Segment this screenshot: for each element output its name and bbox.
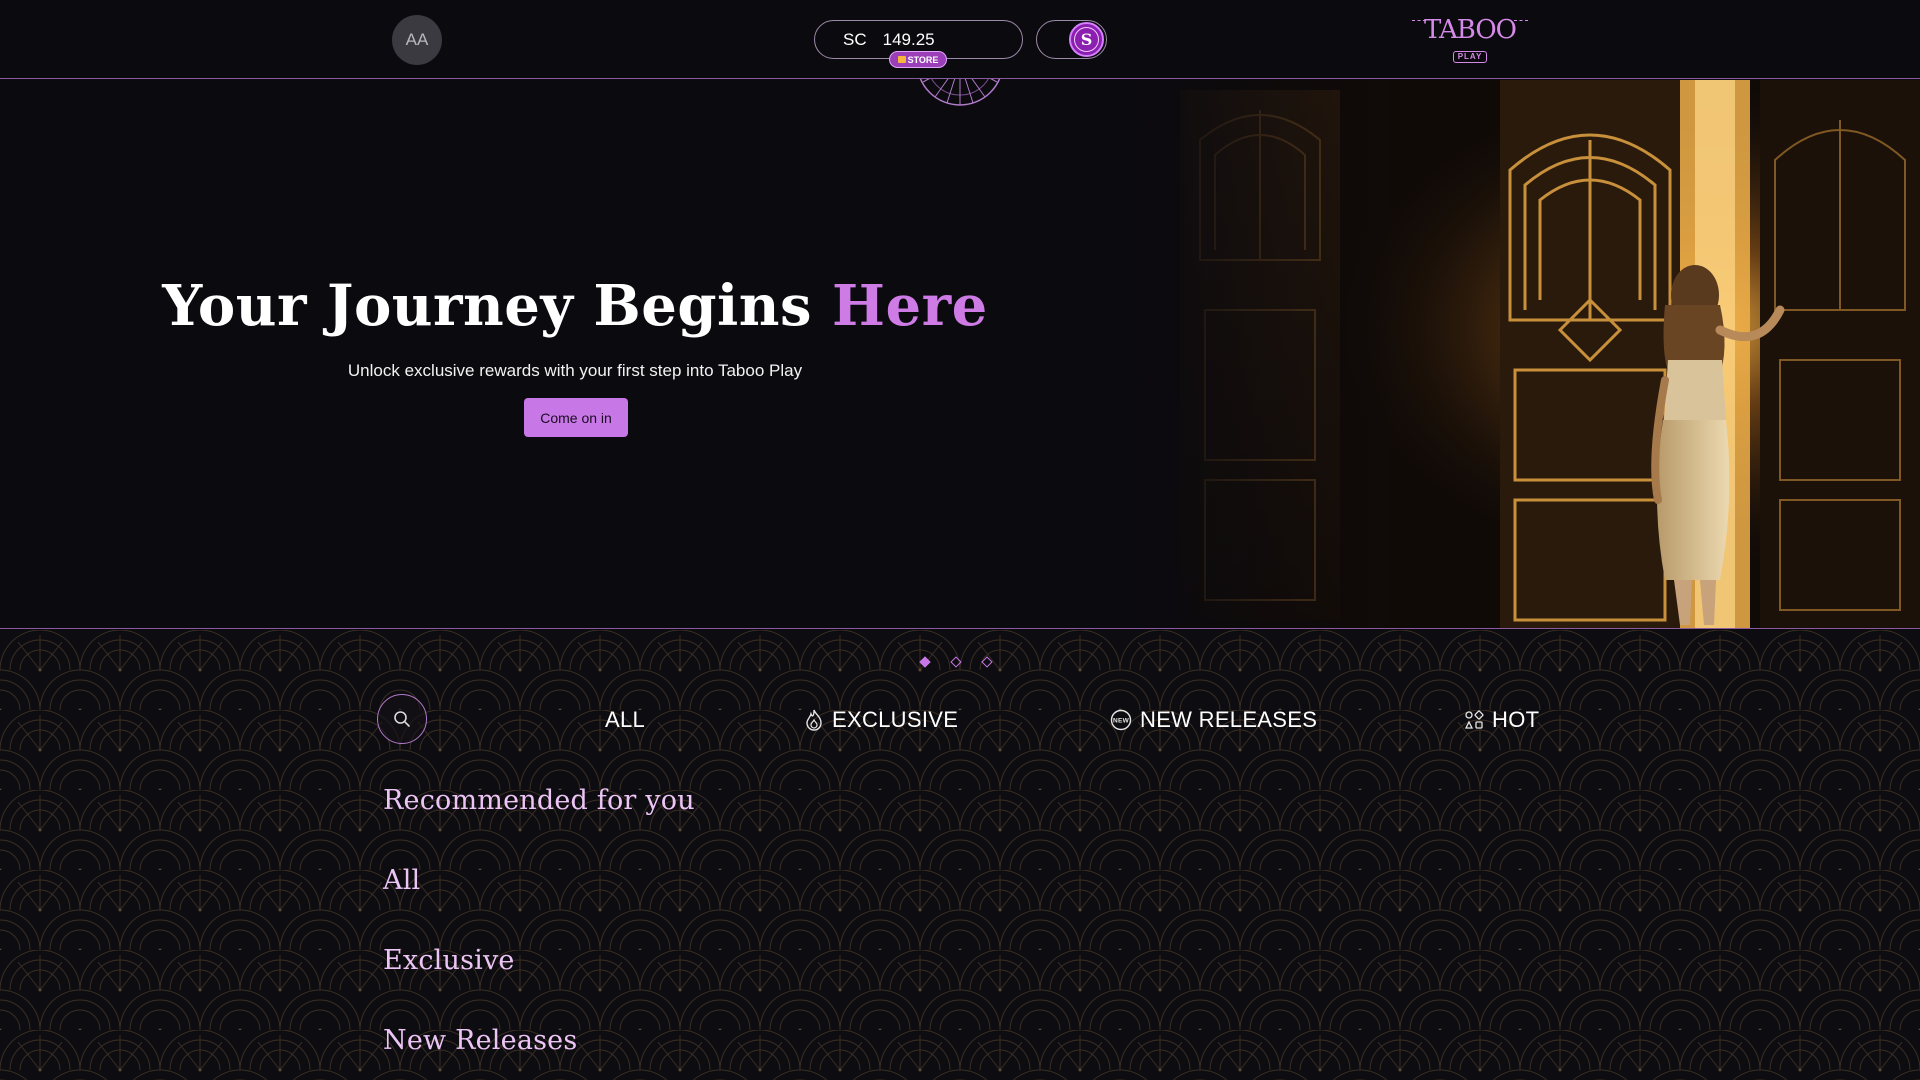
carousel-dot-2[interactable] [950,656,962,668]
logo-ornament-left [1412,20,1426,21]
logo-subtitle: PLAY [1452,51,1488,63]
hero-title-main: Your Journey Begins [162,273,833,339]
section-heading-new-releases: New Releases [383,1025,578,1056]
section-heading-exclusive: Exclusive [383,945,515,976]
section-heading-all: All [383,865,421,896]
hero-title-accent: Here [832,273,988,339]
shopping-bag-icon [897,56,906,63]
coin-symbol: S [1074,27,1099,52]
taboo-play-logo[interactable]: TABOO PLAY [1412,15,1528,63]
balance-amount: 149.25 [882,29,935,49]
currency-toggle-button[interactable]: S [1036,20,1107,59]
carousel-dot-1[interactable] [919,656,931,668]
new-badge-icon-text: NEW [1113,718,1130,725]
carousel-dot-3[interactable] [981,656,993,668]
hero-banner: Your Journey Begins Here Unlock exclusiv… [0,80,1920,629]
new-badge-icon: NEW [1110,709,1132,731]
tab-hot[interactable]: HOT [1464,704,1539,736]
art-deco-fan-pattern [0,630,1920,1080]
carousel-indicators [919,656,993,668]
come-on-in-button[interactable]: Come on in [524,398,628,437]
hero-title: Your Journey Begins Here [0,273,1150,339]
hero-illustration-woman-at-door [1120,80,1920,628]
tab-exclusive[interactable]: EXCLUSIVE [804,704,958,736]
sweeps-coin-icon: S [1069,22,1104,57]
user-avatar[interactable]: AA [392,15,442,65]
logo-wordmark: TABOO [1424,15,1517,45]
top-navigation-bar: AA SC 149.25 STORE S TABOO PLAY [0,0,1920,79]
store-label: STORE [907,54,939,65]
balance-currency: SC [843,29,867,49]
tab-new-releases[interactable]: NEW NEW RELEASES [1110,704,1317,736]
tab-all-label: ALL [605,707,646,732]
games-lobby: ALL EXCLUSIVE NEW NEW RELEASES HOT Recom… [0,630,1920,1080]
tab-exclusive-label: EXCLUSIVE [832,707,959,732]
dice-icon [1464,710,1484,729]
logo-ornament-right [1514,20,1528,21]
section-heading-recommended: Recommended for you [383,785,695,816]
search-icon [394,711,410,727]
store-button[interactable]: STORE [889,51,947,68]
hero-subtitle: Unlock exclusive rewards with your first… [347,361,803,380]
tab-all[interactable]: ALL [605,704,645,736]
tab-hot-label: HOT [1492,707,1540,732]
tab-new-releases-label: NEW RELEASES [1140,707,1318,732]
flame-icon [806,709,822,731]
search-button[interactable] [377,694,427,744]
